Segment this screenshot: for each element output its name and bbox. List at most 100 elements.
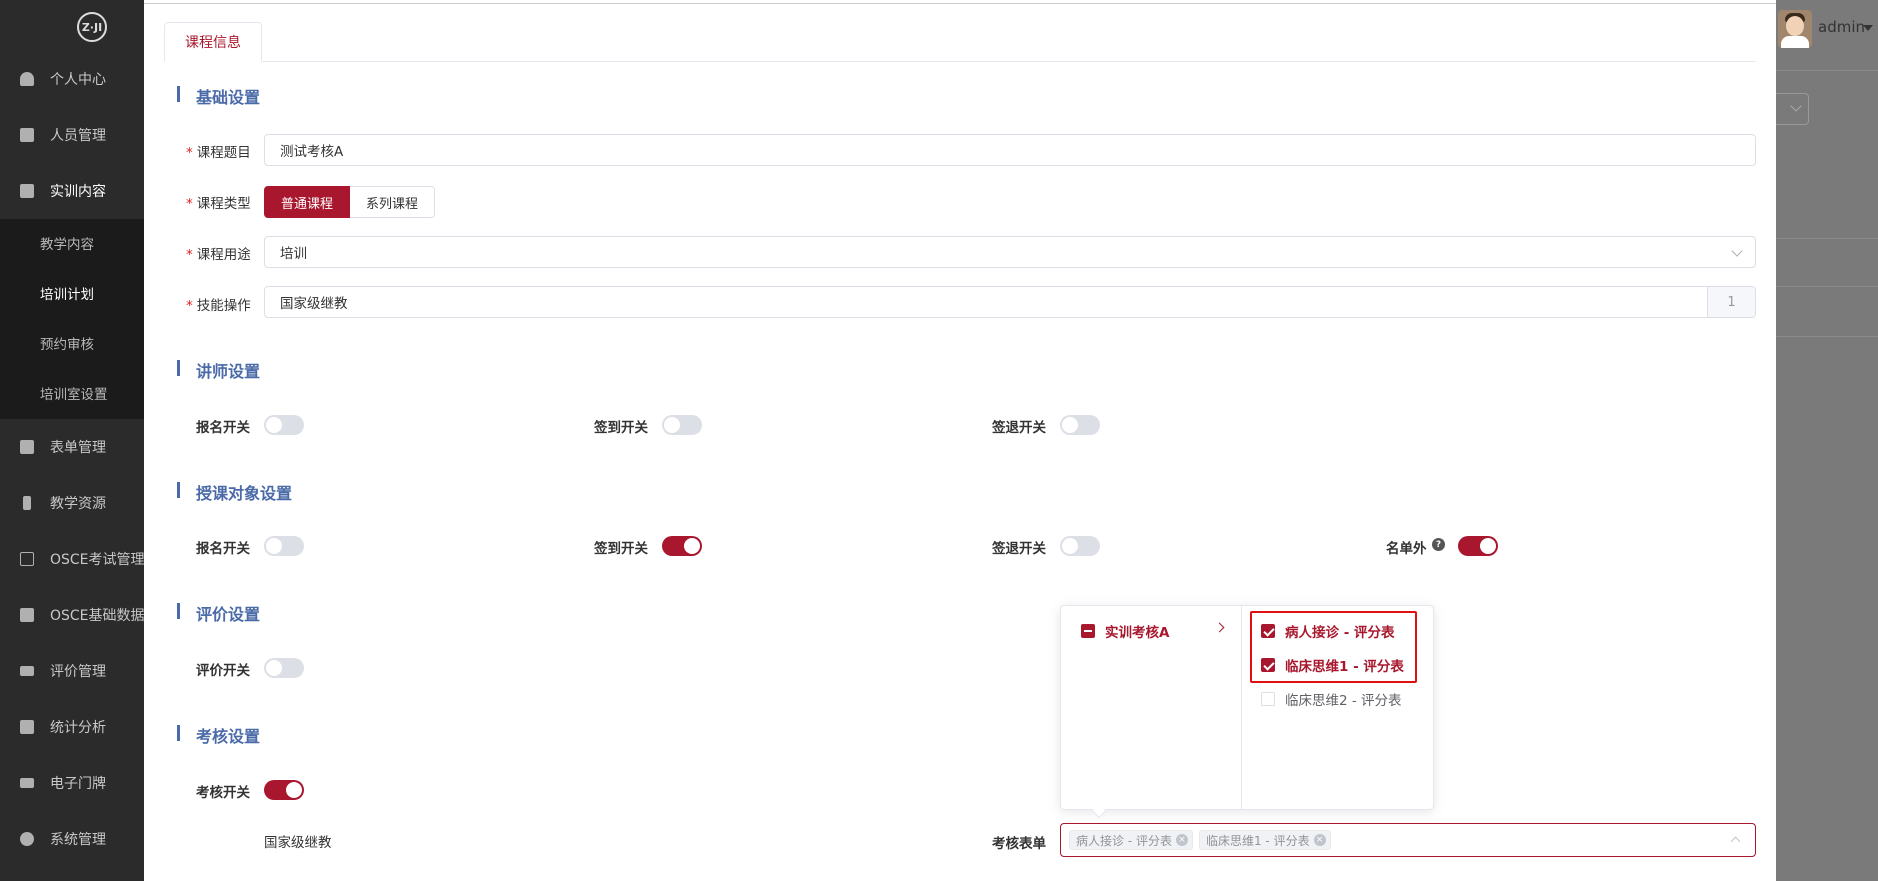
sidebar-item-osce-exam[interactable]: OSCE考试管理 — [0, 539, 144, 579]
user-icon — [20, 72, 34, 86]
lecturer-checkout-switch[interactable] — [1060, 415, 1100, 435]
submenu-item-booking-review[interactable]: 预约审核 — [0, 323, 144, 363]
sidebar-item-evaluation[interactable]: 评价管理 — [0, 651, 144, 691]
sidebar-item-resources[interactable]: 教学资源 — [0, 483, 144, 523]
close-icon[interactable]: × — [1313, 834, 1326, 846]
tabs-bar — [164, 61, 1756, 62]
switch-knob — [1062, 417, 1078, 433]
switch-knob — [266, 660, 282, 676]
assessment-form-label: 考核表单 — [992, 836, 1046, 852]
sidebar-item-label: 统计分析 — [50, 720, 106, 736]
section-audience-settings: 授课对象设置 — [177, 480, 292, 504]
sidebar-item-label: OSCE基础数据 — [50, 608, 144, 624]
sidebar-item-personal-center[interactable]: 个人中心 — [0, 59, 144, 99]
chevron-down-icon — [1790, 100, 1802, 112]
sidebar-item-label: 实训内容 — [50, 184, 106, 200]
lecturer-checkout-label: 签退开关 — [992, 420, 1046, 436]
caret-down-icon[interactable] — [1863, 25, 1873, 31]
modal-backdrop — [1776, 0, 1878, 881]
logo: Z·JI — [77, 12, 107, 42]
audience-signup-label: 报名开关 — [196, 541, 250, 557]
sidebar-item-system[interactable]: 系统管理 — [0, 819, 144, 859]
users-icon — [20, 128, 34, 142]
form-icon — [20, 440, 34, 454]
audience-signup-switch[interactable] — [264, 536, 304, 556]
user-name[interactable]: admin — [1818, 18, 1865, 36]
sidebar-item-label: 人员管理 — [50, 128, 106, 144]
bar-chart-icon — [20, 720, 34, 734]
sidebar-item-personnel[interactable]: 人员管理 — [0, 115, 144, 155]
purpose-label: 课程用途 — [186, 243, 251, 263]
grid-icon — [20, 608, 34, 622]
evaluation-switch[interactable] — [264, 658, 304, 678]
tag-label: 临床思维1 - 评分表 — [1205, 833, 1310, 848]
skill-input[interactable]: 国家级继教 1 — [264, 286, 1756, 318]
course-type-label: 课程类型 — [186, 192, 251, 212]
switch-knob — [1062, 538, 1078, 554]
submenu-item-training-plan[interactable]: 培训计划 — [0, 273, 144, 313]
assessment-switch-label: 考核开关 — [196, 785, 250, 801]
out-of-list-label: 名单外 — [1386, 541, 1427, 557]
course-type-series-button[interactable]: 系列课程 — [350, 186, 436, 218]
lecturer-signup-switch[interactable] — [264, 415, 304, 435]
close-icon[interactable]: × — [1175, 834, 1188, 846]
question-icon[interactable]: ? — [1432, 538, 1445, 551]
sidebar-item-label: 个人中心 — [50, 72, 106, 88]
highlight-annotation — [1250, 611, 1417, 683]
lecturer-checkin-switch[interactable] — [662, 415, 702, 435]
avatar[interactable] — [1778, 10, 1812, 48]
divider — [1776, 286, 1878, 287]
sidebar-item-label: 表单管理 — [50, 440, 106, 456]
chevron-down-icon — [1731, 245, 1743, 257]
assessment-switch[interactable] — [264, 780, 304, 800]
skill-label: 技能操作 — [186, 294, 251, 314]
purpose-value: 培训 — [280, 246, 307, 262]
switch-knob — [684, 538, 700, 554]
cascader-option-3[interactable]: 临床思维2 - 评分表 — [1261, 689, 1402, 709]
submenu-item-teaching-content[interactable]: 教学内容 — [0, 223, 144, 263]
tag-label: 病人接诊 - 评分表 — [1076, 833, 1172, 848]
cascader-parent-node[interactable]: 实训考核A — [1081, 621, 1169, 641]
lecturer-checkin-label: 签到开关 — [594, 420, 648, 436]
purpose-select[interactable]: 培训 — [264, 236, 1756, 268]
sidebar-item-statistics[interactable]: 统计分析 — [0, 707, 144, 747]
cascader-parent-label: 实训考核A — [1105, 625, 1170, 641]
course-type-radio-group: 普通课程 系列课程 — [264, 186, 436, 218]
sidebar-item-forms[interactable]: 表单管理 — [0, 427, 144, 467]
backdrop-select — [1776, 93, 1809, 125]
sidebar-item-label: 教学资源 — [50, 496, 106, 512]
resource-icon — [23, 496, 31, 510]
chevron-up-icon — [1730, 836, 1741, 847]
course-type-normal-button[interactable]: 普通课程 — [264, 186, 351, 218]
submenu-item-training-room[interactable]: 培训室设置 — [0, 373, 144, 413]
switch-knob — [286, 782, 302, 798]
evaluation-switch-label: 评价开关 — [196, 663, 250, 679]
audience-checkout-switch[interactable] — [1060, 536, 1100, 556]
audience-checkin-label: 签到开关 — [594, 541, 648, 557]
divider — [1776, 70, 1878, 71]
assessment-form-select[interactable]: 病人接诊 - 评分表 × 临床思维1 - 评分表 × — [1060, 823, 1756, 857]
tab-course-info[interactable]: 课程信息 — [164, 22, 262, 62]
sidebar-item-label: OSCE考试管理 — [50, 552, 144, 568]
section-lecturer-settings: 讲师设置 — [177, 358, 260, 382]
cascader-option-label: 临床思维2 - 评分表 — [1285, 693, 1402, 709]
switch-knob — [1480, 538, 1496, 554]
sidebar-item-label: 电子门牌 — [50, 776, 106, 792]
assessment-skill-text: 国家级继教 — [264, 835, 332, 851]
course-title-input[interactable]: 测试考核A — [264, 134, 1756, 166]
sidebar-item-training-content[interactable]: 实训内容 — [0, 171, 144, 211]
checkbox-unchecked[interactable] — [1261, 692, 1275, 706]
audience-checkout-label: 签退开关 — [992, 541, 1046, 557]
monitor-icon — [20, 778, 34, 788]
switch-knob — [664, 417, 680, 433]
out-of-list-switch[interactable] — [1458, 536, 1498, 556]
divider — [1776, 336, 1878, 337]
section-assessment-settings: 考核设置 — [177, 723, 260, 747]
audience-checkin-switch[interactable] — [662, 536, 702, 556]
skill-value: 国家级继教 — [280, 296, 348, 312]
sidebar-item-e-doorplate[interactable]: 电子门牌 — [0, 763, 144, 803]
avatar-coat — [1781, 36, 1809, 48]
book-icon — [20, 184, 34, 198]
sidebar-item-osce-data[interactable]: OSCE基础数据 — [0, 595, 144, 635]
checkbox-indeterminate[interactable] — [1081, 624, 1095, 638]
